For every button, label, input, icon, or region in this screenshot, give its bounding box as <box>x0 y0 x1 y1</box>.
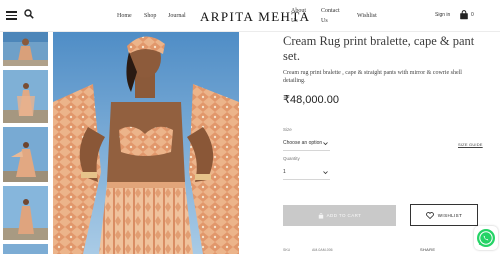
nav-wishlist[interactable]: Wishlist <box>357 12 377 20</box>
nav-about-line2: Us <box>291 18 298 24</box>
thumbnail-3[interactable] <box>3 127 48 182</box>
size-select-value: Choose an option <box>283 140 323 146</box>
sku-value: AM-0AM-006 <box>312 248 333 252</box>
share-label[interactable]: SHARE <box>420 247 435 252</box>
nav-contact-us[interactable]: Contact Us <box>321 7 340 25</box>
chevron-down-icon <box>323 142 328 146</box>
shopping-bag-icon[interactable] <box>459 10 469 20</box>
menu-icon[interactable] <box>6 11 17 20</box>
size-select-underline <box>283 150 330 151</box>
whatsapp-chat-button[interactable] <box>474 226 498 250</box>
quantity-select-value: 1 <box>283 169 286 175</box>
thumbnail-2[interactable] <box>3 70 48 123</box>
site-header: Home Shop Journal ARPITA MEHTA About Us … <box>0 0 500 32</box>
search-icon[interactable] <box>24 9 34 19</box>
size-select[interactable]: Choose an option <box>283 138 331 148</box>
size-label: Size <box>283 127 292 132</box>
thumbnail-4[interactable] <box>3 186 48 240</box>
cart-count: 0 <box>471 12 474 18</box>
wishlist-button[interactable]: WISHLIST <box>410 204 478 226</box>
add-to-cart-button[interactable]: ADD TO CART <box>283 205 396 226</box>
shopping-bag-icon <box>318 212 323 219</box>
nav-about-us[interactable]: About Us <box>291 7 306 25</box>
nav-shop[interactable]: Shop <box>144 12 156 20</box>
nav-contact-line1: Contact <box>321 8 340 14</box>
nav-home[interactable]: Home <box>117 12 132 20</box>
quantity-select[interactable]: 1 <box>283 167 331 177</box>
heart-icon <box>425 211 434 219</box>
nav-contact-line2: Us <box>321 18 328 24</box>
quantity-select-underline <box>283 179 330 180</box>
nav-about-line1: About <box>291 8 306 14</box>
sku-label: SKU <box>283 248 291 252</box>
chevron-down-icon <box>323 171 328 175</box>
product-title: Cream Rug print bralette, cape & pant se… <box>283 34 475 63</box>
product-price: ₹48,000.00 <box>283 94 339 106</box>
product-description: Cream rug print bralette , cape & straig… <box>283 70 462 84</box>
thumbnail-1[interactable] <box>3 32 48 66</box>
size-guide-link[interactable]: SIZE GUIDE <box>458 142 483 147</box>
thumbnail-5[interactable] <box>3 244 48 254</box>
wishlist-label: WISHLIST <box>437 212 463 218</box>
add-to-cart-label: ADD TO CART <box>326 213 362 218</box>
quantity-label: Quantity <box>283 156 300 161</box>
whatsapp-icon <box>477 229 495 247</box>
sign-in-link[interactable]: Sign in <box>435 12 450 18</box>
nav-journal[interactable]: Journal <box>168 12 186 20</box>
main-product-image[interactable] <box>53 32 239 254</box>
